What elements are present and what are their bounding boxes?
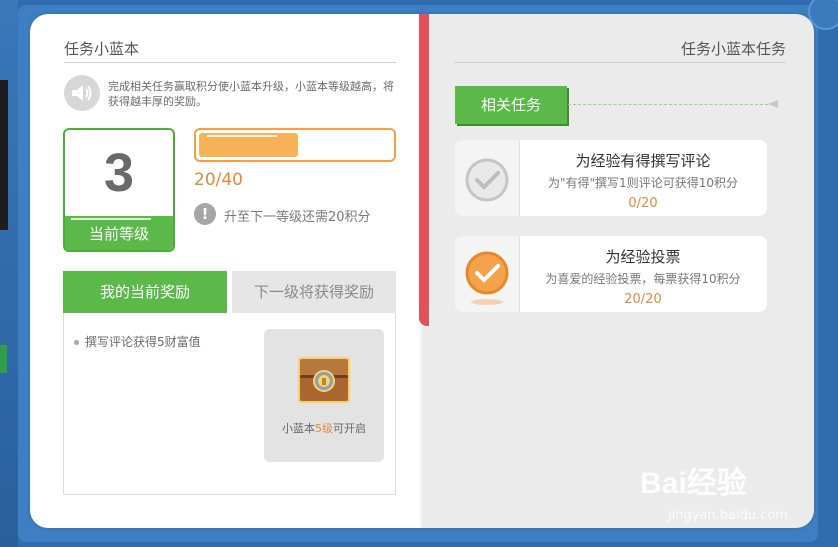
level-label: 当前等级: [65, 216, 173, 250]
speaker-icon: [64, 75, 100, 111]
chest-caption-suffix: 可开启: [333, 422, 366, 435]
task-card[interactable]: 为经验投票 为喜爱的经验投票，每票获得10积分 20/20: [455, 236, 767, 312]
task-icon-column: [455, 236, 520, 312]
level-card: 3 当前等级: [63, 128, 175, 252]
svg-text:Ⅱ: Ⅱ: [322, 377, 327, 388]
task-description: 为喜爱的经验投票，每票获得10积分: [545, 272, 741, 286]
reward-list-item: 撰写评论获得5财富值: [74, 333, 201, 350]
task-card[interactable]: 为经验有得撰写评论 为"有得"撰写1则评论可获得10积分 0/20: [455, 140, 767, 216]
right-title-divider: [454, 62, 786, 63]
ribbon-end-marker: [768, 100, 778, 108]
task-progress: 0/20: [628, 196, 658, 211]
progress-fill: [199, 133, 298, 157]
background-dark-strip: [0, 80, 8, 230]
check-circle-orange-icon: [465, 251, 509, 305]
tab-current-rewards[interactable]: 我的当前奖励: [63, 271, 227, 320]
task-progress: 20/20: [624, 292, 662, 307]
bullet-icon: [74, 340, 79, 345]
background-edge: [0, 0, 18, 547]
section-ribbon: 相关任务: [455, 86, 567, 124]
tab-next-rewards[interactable]: 下一级将获得奖励: [232, 271, 396, 313]
task-description: 为"有得"撰写1则评论可获得10积分: [548, 176, 738, 190]
reward-text: 撰写评论获得5财富值: [85, 335, 201, 349]
progress-bar: [194, 128, 396, 162]
progress-text: 20/40: [194, 170, 243, 190]
ribbon-dashed-line: [568, 104, 768, 105]
chest-caption-prefix: 小蓝本: [282, 422, 315, 435]
chest-caption: 小蓝本5级可开启: [264, 420, 384, 436]
level-hint-text: 升至下一等级还需20积分: [224, 210, 371, 225]
background-green-strip: [0, 345, 7, 373]
task-title: 为经验投票: [605, 248, 681, 266]
task-title: 为经验有得撰写评论: [575, 152, 711, 170]
task-icon-column: [455, 140, 520, 216]
treasure-chest-icon: Ⅱ: [296, 355, 352, 405]
exclamation-icon: !: [194, 203, 216, 225]
level-number: 3: [103, 143, 135, 203]
book-spine-bookmark: [419, 14, 429, 326]
chest-caption-level: 5级: [315, 422, 333, 435]
check-circle-gray-icon: [465, 158, 509, 202]
watermark-url: jingyan.baidu.com: [668, 508, 788, 523]
notice-text: 完成相关任务赢取积分使小蓝本升级，小蓝本等级越高，将获得越丰厚的奖励。: [108, 80, 394, 108]
title-divider: [64, 62, 396, 63]
right-page-title: 任务小蓝本任务: [680, 40, 786, 58]
left-page-title: 任务小蓝本: [64, 40, 140, 58]
baidu-jingyan-watermark: Bai经验: [640, 467, 747, 500]
